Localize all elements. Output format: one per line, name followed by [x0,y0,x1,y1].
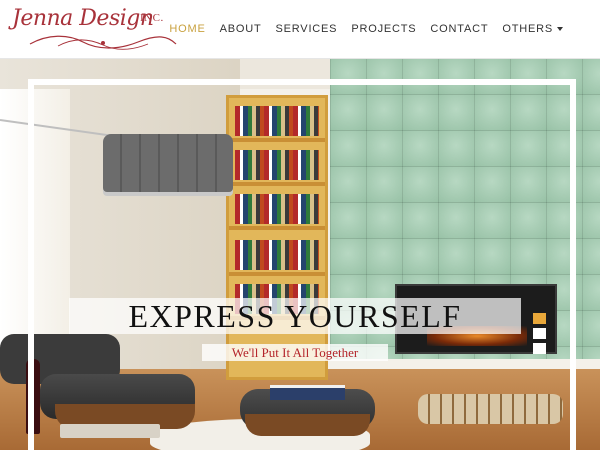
logo-ornament-icon [29,35,177,50]
slide-indicator-3[interactable] [533,343,546,354]
chevron-down-icon [557,27,563,32]
slide-indicator-1[interactable] [533,313,546,324]
brand-suffix: INC. [140,12,164,24]
nav-item-about[interactable]: ABOUT [213,23,269,35]
nav-item-others-label: OTHERS [502,23,553,35]
book-row [235,194,319,224]
shelf-board [229,226,325,230]
book-row [235,106,319,136]
nav-item-contact[interactable]: CONTACT [423,23,495,35]
slide-indicator-2[interactable] [533,328,546,339]
nav-item-projects[interactable]: PROJECTS [344,23,423,35]
nav-item-others[interactable]: OTHERS [495,23,570,35]
book-row [235,240,319,270]
hero-headline: EXPRESS YOURSELF [69,298,521,334]
nav-item-services[interactable]: SERVICES [268,23,344,35]
hero-subheadline: We'll Put It All Together [202,344,388,361]
shelf-board [229,272,325,276]
lamp-shade [103,134,233,192]
book-row [235,150,319,180]
slider-indicators [533,313,547,357]
site-header: Jenna Design INC. HOME ABOUT SERVICES PR… [0,0,600,59]
shelf-board [229,182,325,186]
firewood-logs [418,394,563,424]
wine-bottle [26,359,40,434]
hero-slider[interactable]: EXPRESS YOURSELF We'll Put It All Togeth… [0,59,600,450]
book [270,385,345,400]
main-nav: HOME ABOUT SERVICES PROJECTS CONTACT OTH… [162,0,570,58]
side-table [60,424,160,438]
ottoman-shell [245,414,370,436]
brand-name: Jenna Design [12,6,154,31]
bookshelf [226,95,328,380]
nav-item-home[interactable]: HOME [162,23,212,35]
brand-logo[interactable]: Jenna Design INC. [12,6,187,52]
shelf-board [229,138,325,142]
